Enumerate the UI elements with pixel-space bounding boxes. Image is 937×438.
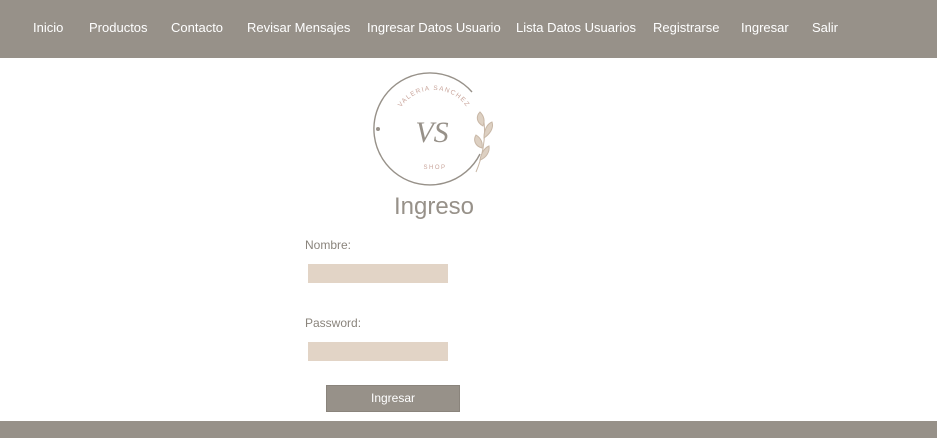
nombre-input[interactable]: [308, 264, 448, 283]
brand-logo: VALERIA SANCHEZ VS SHOP: [372, 68, 498, 190]
logo-tagline: SHOP: [423, 165, 446, 171]
nav-link-productos[interactable]: Productos: [89, 20, 148, 36]
nombre-label: Nombre:: [305, 238, 352, 252]
nav-link-contacto[interactable]: Contacto: [171, 20, 223, 36]
nav-link-inicio[interactable]: Inicio: [33, 20, 63, 36]
footer: [0, 421, 937, 438]
logo-brand-text: VALERIA SANCHEZ: [397, 85, 471, 109]
nav-link-ingresar[interactable]: Ingresar: [741, 20, 789, 36]
nav-link-registrarse[interactable]: Registrarse: [653, 20, 719, 36]
leaf-branch-icon: [474, 111, 493, 173]
nav-link-lista-datos-usuarios[interactable]: Lista Datos Usuarios: [516, 20, 636, 36]
password-label: Password:: [305, 316, 362, 330]
page-title: Ingreso: [393, 193, 475, 220]
password-input[interactable]: [308, 342, 448, 361]
logo-monogram: VS: [415, 116, 448, 149]
nav-link-revisar-mensajes[interactable]: Revisar Mensajes: [247, 20, 350, 36]
brand-logo-graphic: VALERIA SANCHEZ VS SHOP: [373, 72, 493, 186]
top-navbar: Inicio Productos Contacto Revisar Mensaj…: [0, 0, 937, 58]
nav-link-salir[interactable]: Salir: [812, 20, 838, 36]
ingresar-button[interactable]: Ingresar: [326, 385, 460, 412]
nav-link-ingresar-datos-usuario[interactable]: Ingresar Datos Usuario: [367, 20, 501, 36]
